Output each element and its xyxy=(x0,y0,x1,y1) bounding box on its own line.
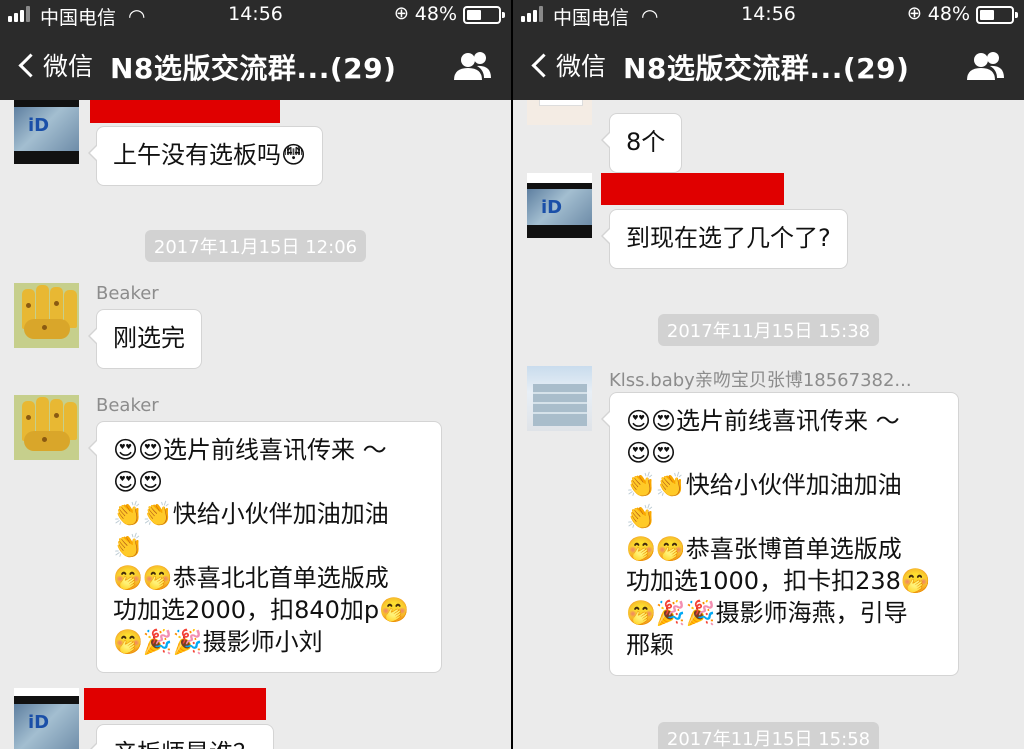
message-bubble[interactable]: 8个 xyxy=(600,113,683,173)
redacted-sender-name xyxy=(90,100,280,123)
battery-fill xyxy=(467,10,482,20)
group-members-button[interactable] xyxy=(964,50,1006,82)
top-bar: 中国电信 ◠ 14:56 ⊕ 48% 微信 N8选版交流群...(29) xyxy=(513,0,1024,100)
right-phone-screen: 中国电信 ◠ 14:56 ⊕ 48% 微信 N8选版交流群...(29) 8个 … xyxy=(513,0,1024,749)
message-bubble[interactable]: 产板师是谁？ xyxy=(88,724,274,749)
battery-percent: 48% xyxy=(927,3,970,25)
battery-icon xyxy=(976,6,1018,24)
avatar[interactable] xyxy=(527,100,592,125)
sender-name: Beaker xyxy=(96,395,159,416)
battery-fill xyxy=(980,10,995,20)
left-phone-screen: 中国电信 ◠ 14:56 ⊕ 48% 微信 N8选版交流群...(29) iD … xyxy=(0,0,511,749)
chevron-left-icon xyxy=(531,52,556,78)
chat-area[interactable]: iD 上午没有选板吗😳 2017年11月15日 12:06 Beaker 刚选完 xyxy=(0,100,511,749)
redacted-sender-name xyxy=(601,173,784,205)
back-label: 微信 xyxy=(43,52,94,81)
back-button[interactable]: 微信 xyxy=(14,48,93,82)
time-divider: 2017年11月15日 15:38 xyxy=(513,314,1024,346)
redacted-sender-name xyxy=(84,688,266,720)
battery-icon xyxy=(463,6,505,24)
avatar[interactable]: iD xyxy=(14,688,79,749)
group-members-button[interactable] xyxy=(451,50,493,82)
nav-bar: 微信 N8选版交流群...(29) xyxy=(0,38,511,94)
time-divider: 2017年11月15日 12:06 xyxy=(0,230,511,262)
status-bar: 中国电信 ◠ 14:56 ⊕ 48% xyxy=(0,0,511,30)
rotation-lock-icon: ⊕ xyxy=(393,3,409,24)
timestamp: 2017年11月15日 15:58 xyxy=(657,722,880,749)
back-label: 微信 xyxy=(556,52,607,81)
timestamp: 2017年11月15日 15:38 xyxy=(657,314,880,346)
time-divider: 2017年11月15日 15:58 xyxy=(513,722,1024,749)
back-button[interactable]: 微信 xyxy=(527,48,606,82)
avatar[interactable] xyxy=(14,395,79,460)
rotation-lock-icon: ⊕ xyxy=(906,3,922,24)
message-bubble[interactable]: 上午没有选板吗😳 xyxy=(87,126,324,186)
message-bubble[interactable]: 刚选完 xyxy=(88,309,202,369)
sender-name: Klss.baby亲吻宝贝张博18567382... xyxy=(609,370,912,391)
group-members-icon xyxy=(454,52,491,80)
battery-percent: 48% xyxy=(414,3,457,25)
message-bubble[interactable]: 到现在选了几个了? xyxy=(601,209,848,269)
chevron-left-icon xyxy=(18,52,43,78)
avatar[interactable] xyxy=(527,366,592,431)
nav-bar: 微信 N8选版交流群...(29) xyxy=(513,38,1024,94)
top-bar: 中国电信 ◠ 14:56 ⊕ 48% 微信 N8选版交流群...(29) xyxy=(0,0,511,100)
timestamp: 2017年11月15日 12:06 xyxy=(144,230,367,262)
chat-title: N8选版交流群...(29) xyxy=(623,52,910,85)
avatar[interactable] xyxy=(14,283,79,348)
message-bubble[interactable]: 😍😍选片前线喜讯传来 ～ 😍😍 👏👏快给小伙伴加油加油 👏 🤭🤭恭喜北北首单选版… xyxy=(88,421,442,673)
message-bubble[interactable]: 😍😍选片前线喜讯传来 ～ 😍😍 👏👏快给小伙伴加油加油 👏 🤭🤭恭喜张博首单选版… xyxy=(601,392,959,676)
group-members-icon xyxy=(967,52,1004,80)
status-bar: 中国电信 ◠ 14:56 ⊕ 48% xyxy=(513,0,1024,30)
avatar[interactable]: iD xyxy=(14,100,79,164)
chat-area[interactable]: 8个 iD 到现在选了几个了? 2017年11月15日 15:38 Klss.b… xyxy=(513,100,1024,749)
avatar[interactable]: iD xyxy=(527,173,592,238)
sender-name: Beaker xyxy=(96,283,159,304)
chat-title: N8选版交流群...(29) xyxy=(110,52,397,85)
